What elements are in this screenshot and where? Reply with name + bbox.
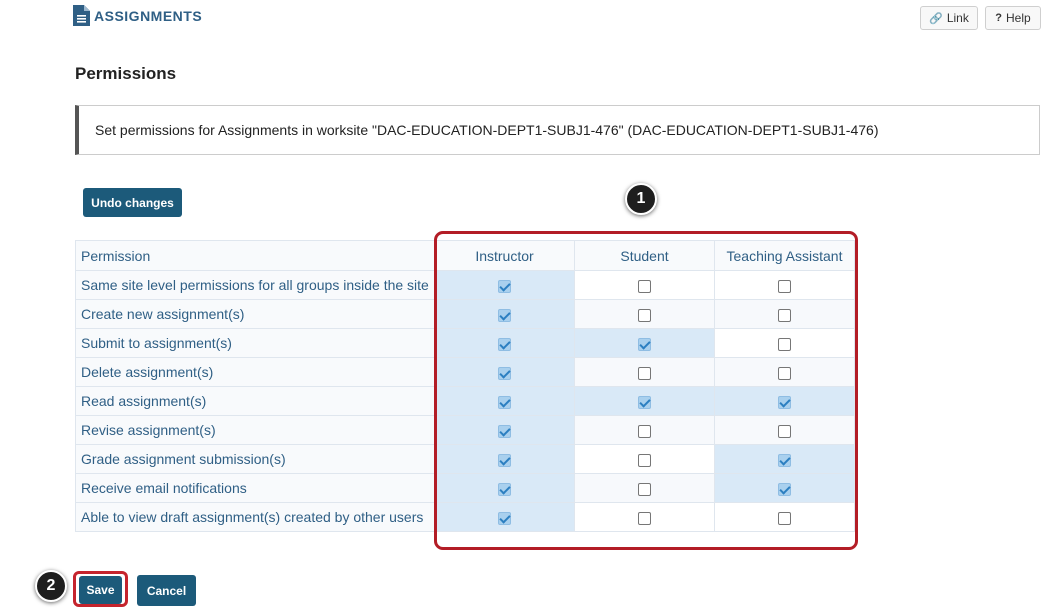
permission-checkbox[interactable] [498, 482, 511, 496]
permission-cell-teaching-assistant [714, 502, 855, 532]
permission-cell-instructor [434, 328, 575, 358]
table-row: Receive email notifications [75, 473, 855, 503]
callout-badge-1: 1 [625, 183, 657, 215]
permission-checkbox[interactable] [638, 337, 651, 351]
table-row: Able to view draft assignment(s) created… [75, 502, 855, 532]
permission-cell-instructor [434, 502, 575, 532]
document-icon [73, 5, 90, 26]
permission-label: Create new assignment(s) [75, 299, 435, 329]
permission-checkbox[interactable] [778, 366, 791, 380]
permission-label: Delete assignment(s) [75, 357, 435, 387]
permission-checkbox[interactable] [638, 453, 651, 467]
permission-checkbox[interactable] [778, 337, 791, 351]
instructions-text: Set permissions for Assignments in works… [95, 122, 879, 138]
permission-checkbox[interactable] [778, 424, 791, 438]
permission-cell-teaching-assistant [714, 444, 855, 474]
permission-cell-student [574, 415, 715, 445]
permission-checkbox[interactable] [638, 511, 651, 525]
permission-checkbox[interactable] [778, 511, 791, 525]
table-header-row: Permission Instructor Student Teaching A… [75, 240, 855, 271]
permission-cell-teaching-assistant [714, 328, 855, 358]
link-label: Link [946, 11, 969, 25]
table-row: Read assignment(s) [75, 386, 855, 416]
role-header-teaching-assistant[interactable]: Teaching Assistant [714, 240, 855, 271]
table-row: Grade assignment submission(s) [75, 444, 855, 474]
question-icon: ? [995, 12, 1003, 24]
permission-cell-teaching-assistant [714, 386, 855, 416]
role-header-student[interactable]: Student [574, 240, 715, 271]
table-row: Revise assignment(s) [75, 415, 855, 445]
page-title: Permissions [75, 64, 177, 83]
permission-checkbox[interactable] [498, 424, 511, 438]
help-label: Help [1006, 11, 1031, 25]
permission-cell-student [574, 502, 715, 532]
permission-column-header: Permission [75, 240, 435, 271]
permission-label: Grade assignment submission(s) [75, 444, 435, 474]
permissions-table: Permission Instructor Student Teaching A… [75, 240, 855, 532]
table-row: Create new assignment(s) [75, 299, 855, 329]
permission-checkbox[interactable] [498, 453, 511, 467]
permission-label: Revise assignment(s) [75, 415, 435, 445]
permission-cell-instructor [434, 415, 575, 445]
permission-cell-student [574, 357, 715, 387]
permission-label: Read assignment(s) [75, 386, 435, 416]
permission-checkbox[interactable] [778, 279, 791, 293]
permission-checkbox[interactable] [498, 395, 511, 409]
permission-cell-instructor [434, 444, 575, 474]
permission-checkbox[interactable] [638, 424, 651, 438]
permission-checkbox[interactable] [498, 511, 511, 525]
save-button[interactable]: Save [79, 576, 122, 604]
permission-checkbox[interactable] [498, 366, 511, 380]
help-button[interactable]: ? Help [985, 6, 1041, 30]
permission-checkbox[interactable] [498, 308, 511, 322]
permission-cell-instructor [434, 299, 575, 329]
permission-checkbox[interactable] [778, 395, 791, 409]
permission-label: Same site level permissions for all grou… [75, 270, 435, 300]
permission-cell-instructor [434, 357, 575, 387]
permission-checkbox[interactable] [638, 308, 651, 322]
permission-label: Receive email notifications [75, 473, 435, 503]
permission-cell-instructor [434, 270, 575, 300]
permission-cell-student [574, 444, 715, 474]
callout-badge-2: 2 [35, 570, 67, 602]
permission-checkbox[interactable] [778, 482, 791, 496]
table-row: Delete assignment(s) [75, 357, 855, 387]
permission-cell-student [574, 270, 715, 300]
cancel-button[interactable]: Cancel [137, 575, 196, 606]
instructions-box: Set permissions for Assignments in works… [75, 105, 1040, 155]
permission-cell-instructor [434, 473, 575, 503]
permission-checkbox[interactable] [638, 482, 651, 496]
permission-cell-student [574, 299, 715, 329]
permission-cell-teaching-assistant [714, 270, 855, 300]
permission-checkbox[interactable] [498, 279, 511, 293]
permission-label: Submit to assignment(s) [75, 328, 435, 358]
permission-checkbox[interactable] [778, 308, 791, 322]
tool-title: ASSIGNMENTS [94, 7, 203, 24]
permission-label: Able to view draft assignment(s) created… [75, 502, 435, 532]
permission-cell-teaching-assistant [714, 357, 855, 387]
permission-checkbox[interactable] [638, 279, 651, 293]
permission-cell-student [574, 386, 715, 416]
link-icon: 🔗 [929, 12, 943, 25]
permission-cell-teaching-assistant [714, 299, 855, 329]
permission-checkbox[interactable] [638, 395, 651, 409]
permission-checkbox[interactable] [638, 366, 651, 380]
table-row: Same site level permissions for all grou… [75, 270, 855, 300]
role-header-instructor[interactable]: Instructor [434, 240, 575, 271]
permission-cell-instructor [434, 386, 575, 416]
undo-changes-button[interactable]: Undo changes [83, 188, 182, 217]
permission-checkbox[interactable] [498, 337, 511, 351]
link-button[interactable]: 🔗 Link [920, 6, 978, 30]
table-row: Submit to assignment(s) [75, 328, 855, 358]
permission-cell-teaching-assistant [714, 473, 855, 503]
permission-cell-teaching-assistant [714, 415, 855, 445]
permission-cell-student [574, 328, 715, 358]
tool-header: ASSIGNMENTS [73, 5, 202, 26]
permission-checkbox[interactable] [778, 453, 791, 467]
permission-cell-student [574, 473, 715, 503]
